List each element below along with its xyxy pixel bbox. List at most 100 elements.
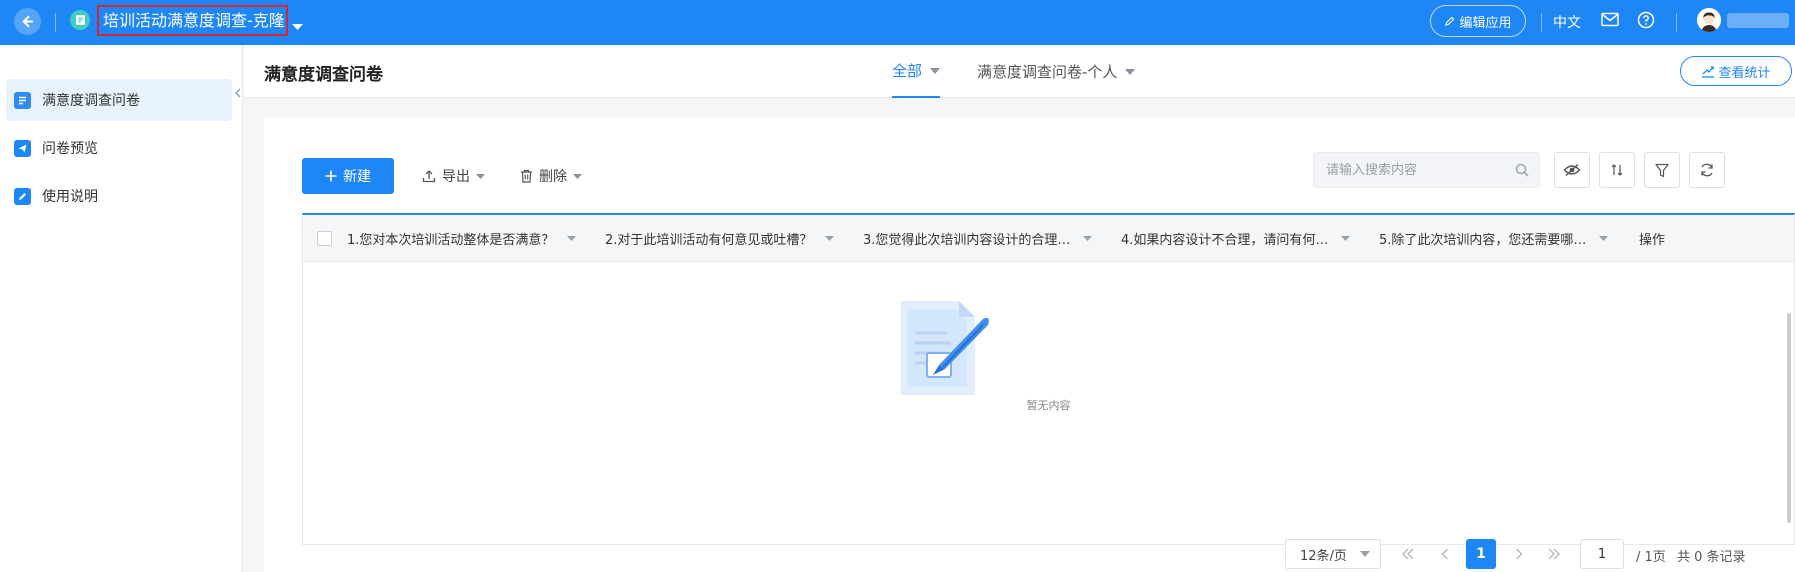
sidebar-item-label: 满意度调查问卷 (42, 93, 140, 109)
avatar[interactable] (1697, 8, 1721, 32)
chevron-left-icon (234, 88, 241, 98)
refresh-button[interactable] (1689, 152, 1725, 188)
pencil-icon (1445, 16, 1455, 26)
view-stats-label: 查看统计 (1718, 65, 1771, 81)
back-button[interactable] (14, 8, 41, 35)
plus-icon (325, 170, 337, 182)
edit-icon (14, 187, 31, 205)
data-table: 1.您对本次培训活动整体是否满意？ 2.对于此培训活动有何意见或吐槽？ 3.您觉… (302, 213, 1795, 545)
column-header[interactable]: 5.除了此次培训内容，您还需要哪些培训？ (1379, 215, 1608, 262)
total-records-text: 共 0 条记录 (1677, 550, 1746, 565)
column-header[interactable]: 4.如果内容设计不合理，请问有何建议？ (1121, 215, 1350, 262)
page-size-label: 12条/页 (1300, 548, 1347, 564)
app-title[interactable]: 培训活动满意度调查-克隆 (97, 5, 288, 36)
last-page-button[interactable] (1541, 541, 1567, 567)
chevron-right-icon (1516, 548, 1523, 560)
first-page-button[interactable] (1395, 541, 1421, 567)
mail-button[interactable] (1601, 12, 1619, 31)
app-icon (70, 10, 90, 30)
divider (1541, 13, 1542, 32)
select-all-checkbox[interactable] (317, 231, 332, 246)
delete-button[interactable]: 删除 (520, 158, 582, 194)
sidebar-collapse-button[interactable] (232, 87, 244, 103)
trash-icon (521, 169, 532, 183)
double-chevron-right-icon (1548, 548, 1560, 560)
arrow-left-icon (22, 15, 34, 28)
new-record-label: 新建 (343, 169, 371, 185)
caret-down-icon[interactable] (825, 236, 834, 241)
sort-button[interactable] (1599, 152, 1635, 188)
help-icon (1637, 11, 1655, 29)
page-title: 满意度调查问卷 (264, 65, 383, 85)
table-body: 暂无内容 (303, 263, 1794, 545)
help-button[interactable] (1637, 11, 1655, 33)
page-jump-input[interactable] (1580, 539, 1624, 569)
language-switch[interactable]: 中文 (1553, 12, 1581, 32)
caret-down-icon (1360, 551, 1370, 557)
table-header: 1.您对本次培训活动整体是否满意？ 2.对于此培训活动有何意见或吐槽？ 3.您觉… (303, 215, 1794, 262)
caret-down-icon (476, 173, 485, 179)
sidebar-item-label: 使用说明 (42, 189, 98, 205)
caret-down-icon[interactable] (1599, 236, 1608, 241)
eye-off-icon (1563, 163, 1581, 177)
top-bar: 培训活动满意度调查-克隆 编辑应用 中文 (0, 0, 1795, 45)
send-icon (14, 139, 31, 157)
user-avatar-icon (1697, 8, 1721, 32)
page-size-select[interactable]: 12条/页 (1285, 539, 1381, 569)
sidebar-item-survey[interactable]: 满意度调查问卷 (6, 79, 232, 121)
divider (55, 13, 56, 32)
sidebar-item-label: 问卷预览 (42, 141, 98, 157)
column-title: 4.如果内容设计不合理，请问有何建议？ (1121, 233, 1331, 248)
filter-icon (1655, 163, 1669, 177)
column-visibility-button[interactable] (1554, 152, 1590, 188)
caret-down-icon[interactable] (1083, 236, 1092, 241)
chart-icon (1702, 65, 1715, 78)
caret-down-icon (930, 67, 941, 74)
column-title: 2.对于此培训活动有何意见或吐槽？ (605, 233, 813, 248)
sidebar-item-instructions[interactable]: 使用说明 (6, 175, 232, 217)
app-switch-dropdown[interactable] (292, 16, 303, 35)
new-record-button[interactable]: 新建 (302, 158, 394, 194)
export-button[interactable]: 导出 (422, 158, 485, 194)
search-input[interactable] (1314, 153, 1509, 187)
column-header[interactable]: 2.对于此培训活动有何意见或吐槽？ (605, 215, 834, 262)
caret-down-icon[interactable] (1341, 236, 1350, 241)
next-page-button[interactable] (1506, 541, 1532, 567)
divider (1676, 13, 1677, 32)
edit-app-label: 编辑应用 (1459, 15, 1512, 31)
filter-button[interactable] (1644, 152, 1680, 188)
search-icon[interactable] (1515, 163, 1529, 177)
upload-icon (422, 170, 436, 183)
tab-all[interactable]: 全部 (892, 45, 941, 98)
view-stats-button[interactable]: 查看统计 (1680, 56, 1792, 86)
edit-app-button[interactable]: 编辑应用 (1430, 5, 1526, 37)
page-number-current[interactable]: 1 (1466, 539, 1496, 569)
document-icon (75, 15, 85, 25)
column-header-operation: 操作 (1639, 233, 1666, 248)
sidebar-item-preview[interactable]: 问卷预览 (6, 127, 232, 169)
caret-down-icon (573, 173, 582, 179)
empty-state-text: 暂无内容 (1026, 399, 1071, 412)
page-header: 满意度调查问卷 全部 满意度调查问卷-个人 查看统计 (244, 45, 1795, 98)
column-header[interactable]: 3.您觉得此次培训内容设计的合理吗？ (863, 215, 1092, 262)
sidebar: 满意度调查问卷 问卷预览 使用说明 (0, 45, 243, 572)
caret-down-icon (292, 24, 303, 30)
chevron-left-icon (1441, 548, 1448, 560)
total-pages-text: / 1页 (1636, 550, 1666, 565)
empty-document-icon (901, 301, 989, 395)
delete-label: 删除 (539, 169, 567, 185)
caret-down-icon[interactable] (567, 236, 576, 241)
column-header[interactable]: 1.您对本次培训活动整体是否满意？ (347, 215, 576, 262)
username-redacted (1727, 13, 1789, 28)
column-title: 1.您对本次培训活动整体是否满意？ (347, 233, 555, 248)
content-card: 新建 导出 删除 1.您对本次培训活动整体是否满意？ (264, 117, 1795, 572)
export-label: 导出 (442, 169, 470, 185)
refresh-icon (1701, 163, 1713, 177)
tab-label: 满意度调查问卷-个人 (977, 63, 1118, 81)
vertical-scrollbar[interactable] (1787, 313, 1791, 523)
search-box (1313, 152, 1540, 188)
tab-personal[interactable]: 满意度调查问卷-个人 (977, 45, 1136, 98)
sort-icon (1611, 164, 1623, 176)
prev-page-button[interactable] (1432, 541, 1458, 567)
column-title: 5.除了此次培训内容，您还需要哪些培训？ (1379, 233, 1589, 248)
